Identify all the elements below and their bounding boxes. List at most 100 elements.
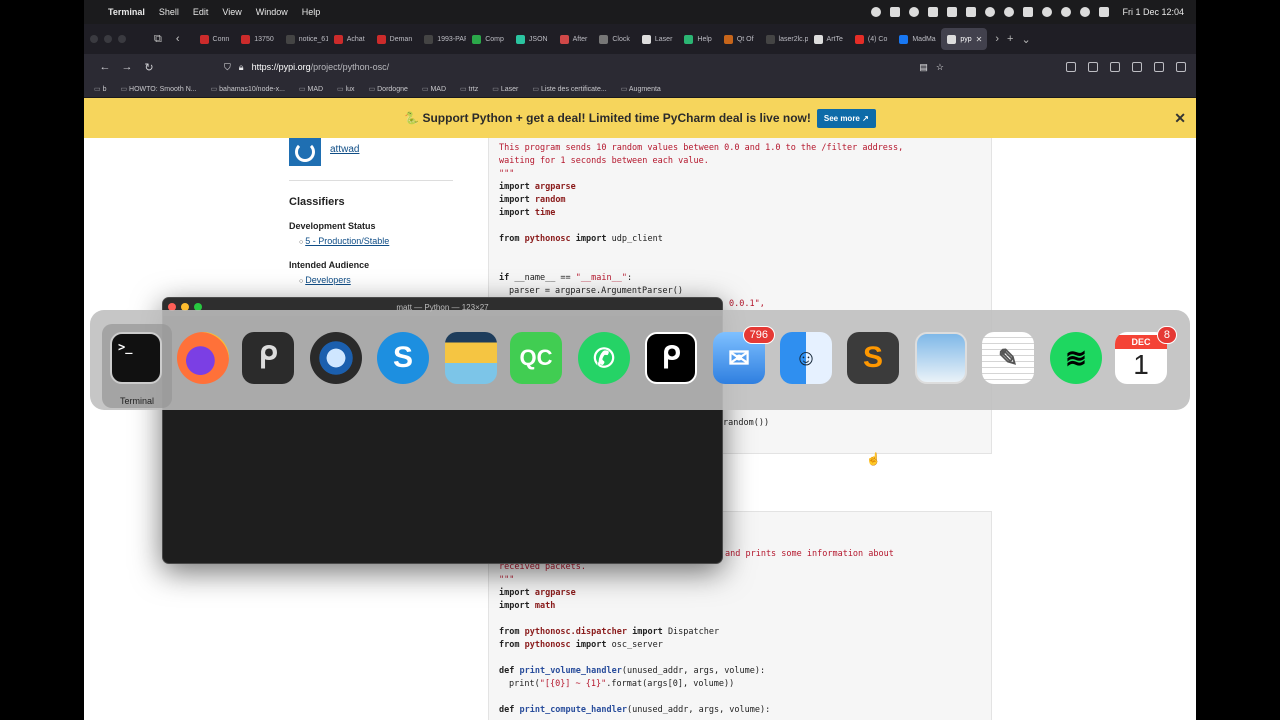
download-icon[interactable]: [1088, 62, 1098, 72]
tab-label: Help: [697, 35, 712, 43]
audience-link[interactable]: Developers: [299, 275, 351, 285]
tabs-scroll-left-icon[interactable]: ‹: [176, 33, 180, 45]
see-more-button[interactable]: See more ↗: [816, 108, 876, 128]
textedit-app-icon[interactable]: ✎: [982, 332, 1036, 386]
shield-icon[interactable]: ⛉: [224, 62, 231, 73]
clock[interactable]: Fri 1 Dec 12:04: [1122, 7, 1184, 17]
tab-item[interactable]: Qt Of: [718, 28, 760, 50]
extensions-icon[interactable]: [1154, 62, 1164, 72]
bookmark-item[interactable]: lux: [337, 85, 355, 93]
zoom-window-button[interactable]: [118, 35, 126, 43]
tab-item[interactable]: JSON: [510, 28, 554, 50]
status-grid-icon[interactable]: [928, 7, 939, 17]
maintainer-avatar[interactable]: [289, 138, 321, 166]
menu-app-name[interactable]: Terminal: [108, 7, 145, 17]
tab-item[interactable]: 1993-PAR: [418, 28, 466, 50]
extension-icon[interactable]: [1110, 62, 1120, 72]
menu-edit[interactable]: Edit: [193, 7, 209, 17]
reader-view-icon[interactable]: ▤: [919, 62, 928, 73]
dev-status-link[interactable]: 5 - Production/Stable: [299, 236, 389, 246]
bookmark-item[interactable]: Dordogne: [369, 85, 408, 93]
tab-list-chevron-icon[interactable]: ⌄: [1021, 33, 1030, 46]
tab-list: Conn 13750 notice_61 Achat Deman 1993-PAR Comp…: [194, 28, 942, 50]
firefox-app-icon[interactable]: [177, 332, 231, 386]
tab-favicon: [285, 34, 295, 44]
whatsapp-app-icon[interactable]: ✆: [578, 332, 632, 386]
tab-item[interactable]: After: [554, 28, 594, 50]
control-center-icon[interactable]: [1099, 7, 1110, 17]
bookmark-item[interactable]: trtz: [460, 85, 479, 93]
url-bar[interactable]: ⛉ 🔒︎ https://pypi.org/project/python-osc…: [224, 57, 944, 77]
finder-app-icon[interactable]: ☺: [780, 332, 834, 386]
maintainer-link[interactable]: attwad: [330, 144, 359, 155]
tab-item[interactable]: Comp: [466, 28, 510, 50]
preview-app-icon[interactable]: [915, 332, 969, 386]
close-window-button[interactable]: [90, 35, 98, 43]
status-sync-icon[interactable]: [966, 7, 977, 17]
bookmark-item[interactable]: MAD: [299, 85, 323, 93]
play-icon[interactable]: [1042, 7, 1053, 17]
status-app-icon[interactable]: [890, 7, 901, 17]
tab-item[interactable]: Deman: [371, 28, 419, 50]
close-tab-icon[interactable]: ✕: [976, 35, 983, 44]
extension2-icon[interactable]: [1132, 62, 1142, 72]
tower-app-icon[interactable]: [445, 332, 499, 386]
close-banner-icon[interactable]: ✕: [1174, 110, 1186, 127]
bookmark-item[interactable]: Liste des certificate...: [532, 85, 607, 93]
battery-icon[interactable]: [1023, 7, 1034, 17]
resolume-app-icon[interactable]: ᑭ: [242, 332, 296, 386]
mail-app-icon[interactable]: ✉ 796: [713, 326, 775, 386]
status-box-icon[interactable]: [947, 7, 958, 17]
tab-item[interactable]: notice_61: [280, 28, 328, 50]
tab-item[interactable]: Laser: [636, 28, 679, 50]
pocket-icon[interactable]: [1066, 62, 1076, 72]
code-line: This program sends 10 random values betw…: [499, 143, 904, 153]
quicktime-app-icon[interactable]: [310, 332, 364, 386]
sublime-text-app-icon[interactable]: S: [847, 332, 901, 386]
menu-view[interactable]: View: [222, 7, 241, 17]
wifi-icon[interactable]: [1061, 7, 1072, 17]
tab-item[interactable]: MadMa: [893, 28, 941, 50]
tab-item[interactable]: (4) Co: [849, 28, 893, 50]
tab-item[interactable]: 13750: [235, 28, 279, 50]
bluetooth-icon[interactable]: [1004, 7, 1015, 17]
tab-active[interactable]: pyp ✕: [941, 28, 988, 50]
lock-icon[interactable]: 🔒︎: [239, 62, 244, 73]
bookmark-item[interactable]: MAD: [422, 85, 446, 93]
tab-item[interactable]: Clock: [593, 28, 636, 50]
menu-icon[interactable]: [1176, 62, 1186, 72]
spotify-app-icon[interactable]: ≋: [1050, 332, 1104, 386]
tab-item[interactable]: laser2lc.p: [760, 28, 808, 50]
bookmark-item[interactable]: HOWTO: Smooth N...: [120, 85, 197, 93]
new-tab-icon[interactable]: +: [1007, 33, 1013, 45]
promo-banner: 🐍 Support Python + get a deal! Limited t…: [84, 98, 1196, 138]
tab-item[interactable]: ArtTe: [808, 28, 849, 50]
minimize-window-button[interactable]: [104, 35, 112, 43]
tab-item[interactable]: Conn: [194, 28, 236, 50]
bookmark-item[interactable]: Laser: [492, 85, 519, 93]
menu-window[interactable]: Window: [256, 7, 288, 17]
tab-item[interactable]: Achat: [328, 28, 371, 50]
bookmark-star-icon[interactable]: ☆: [936, 62, 944, 73]
tabs-scroll-right-icon[interactable]: ›: [995, 33, 999, 45]
search-icon[interactable]: [1080, 7, 1091, 17]
skype-app-icon[interactable]: S: [377, 332, 431, 386]
reload-icon[interactable]: ↻: [138, 61, 160, 74]
menu-help[interactable]: Help: [302, 7, 321, 17]
tab-item[interactable]: Help: [678, 28, 717, 50]
bookmark-item[interactable]: bahamas10/node-x...: [211, 85, 285, 93]
resolume-arena-app-icon[interactable]: ᑭ: [645, 332, 699, 386]
qt-creator-app-icon[interactable]: QC: [510, 332, 564, 386]
avatar-power-icon: [295, 142, 315, 162]
terminal-app-icon[interactable]: >_: [110, 332, 164, 386]
calendar-app-icon[interactable]: DEC 1 8: [1115, 326, 1177, 386]
volume-icon[interactable]: [985, 7, 996, 17]
bookmark-item[interactable]: b: [94, 85, 107, 93]
forward-icon[interactable]: →: [116, 61, 138, 73]
bookmark-item[interactable]: Augmenta: [621, 85, 661, 93]
status-check-icon[interactable]: [909, 7, 920, 17]
tab-overview-icon[interactable]: ⧉: [154, 33, 162, 46]
menu-shell[interactable]: Shell: [159, 7, 179, 17]
record-icon[interactable]: [871, 7, 882, 17]
back-icon[interactable]: ←: [94, 61, 116, 73]
